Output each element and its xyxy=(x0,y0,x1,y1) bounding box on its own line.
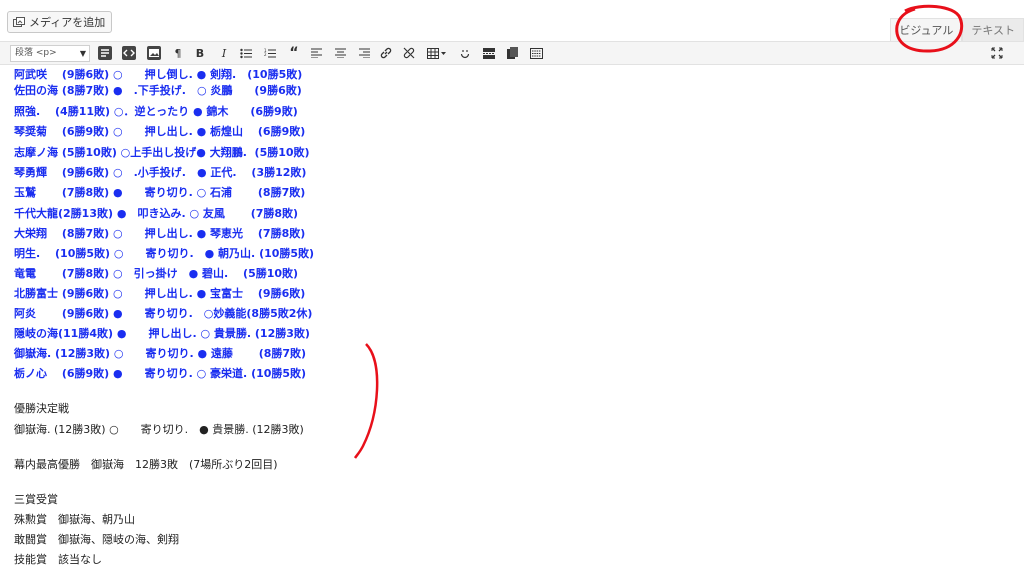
align-right-icon[interactable] xyxy=(356,45,372,61)
fullscreen-icon[interactable] xyxy=(989,45,1005,61)
bout-line: 玉鷲 (7勝8敗) ● 寄り切り. ○ 石浦 (8勝7敗) xyxy=(14,186,306,199)
paragraph-icon[interactable]: ¶ xyxy=(170,45,186,61)
bold-icon[interactable]: B xyxy=(192,45,208,61)
toolbar-toggle-icon[interactable] xyxy=(97,45,113,61)
format-select-value: 段落 <p> xyxy=(15,48,57,58)
bout-line: 隠岐の海(11勝4敗) ● 押し出し. ○ 貴景勝. (12勝3敗) xyxy=(14,327,310,340)
bullet-list-icon[interactable] xyxy=(238,45,254,61)
blockquote-icon[interactable]: “ xyxy=(286,45,302,61)
editor-topbar: メディアを追加 ビジュアル テキスト xyxy=(0,0,1024,41)
add-media-label: メディアを追加 xyxy=(29,16,106,29)
code-icon[interactable] xyxy=(121,45,137,61)
bout-line: 栃ノ心 (6勝9敗) ● 寄り切り. ○ 豪栄道. (10勝5敗) xyxy=(14,367,307,380)
bout-line: 志摩ノ海 (5勝10敗) ○上手出し投げ● 大翔鵬. (5勝10敗) xyxy=(14,146,310,159)
keyboard-icon[interactable] xyxy=(528,45,544,61)
editor-content[interactable]: 阿武咲 (9勝6敗) ○ 押し倒し. ● 剣翔. (10勝5敗) 佐田の海 (8… xyxy=(0,65,1024,588)
award-line: 技能賞 該当なし xyxy=(14,553,102,566)
playoff-line: 御嶽海. (12勝3敗) ○ 寄り切り. ● 貴景勝. (12勝3敗) xyxy=(14,423,304,436)
awards-heading: 三賞受賞 xyxy=(14,493,58,506)
align-left-icon[interactable] xyxy=(308,45,324,61)
svg-text:2: 2 xyxy=(264,52,267,57)
bout-line: 照強. (4勝11敗) ○．逆とったり ● 錦木 (6勝9敗) xyxy=(14,105,298,118)
read-more-icon[interactable] xyxy=(481,45,497,61)
chevron-down-icon: ▼ xyxy=(79,49,86,58)
editor-tabs: ビジュアル テキスト xyxy=(890,18,1024,41)
paste-icon[interactable] xyxy=(504,45,520,61)
format-select[interactable]: 段落 <p> ▼ xyxy=(10,45,90,62)
award-line: 敢闘賞 御嶽海、隠岐の海、剣翔 xyxy=(14,533,179,546)
award-line: 殊勲賞 御嶽海、朝乃山 xyxy=(14,513,135,526)
bout-line: 明生. (10勝5敗) ○ 寄り切り. ● 朝乃山. (10勝5敗) xyxy=(14,247,315,260)
bout-line: 大栄翔 (8勝7敗) ○ 押し出し. ● 琴恵光 (7勝8敗) xyxy=(14,227,306,240)
editor-toolbar: 段落 <p> ▼ ¶ B I 12 “ xyxy=(0,41,1024,65)
tab-visual[interactable]: ビジュアル xyxy=(890,18,963,41)
table-icon[interactable] xyxy=(425,45,449,61)
tab-text[interactable]: テキスト xyxy=(962,18,1024,41)
emoji-icon[interactable] xyxy=(457,45,473,61)
bout-line: 阿武咲 (9勝6敗) ○ 押し倒し. ● 剣翔. (10勝5敗) xyxy=(14,68,303,81)
numbered-list-icon[interactable]: 12 xyxy=(262,45,278,61)
bout-line: 御嶽海. (12勝3敗) ○ 寄り切り. ● 遠藤 (8勝7敗) xyxy=(14,347,307,360)
link-icon[interactable] xyxy=(378,45,394,61)
bout-line: 北勝富士 (9勝6敗) ○ 押し出し. ● 宝富士 (9勝6敗) xyxy=(14,287,306,300)
playoff-heading: 優勝決定戦 xyxy=(14,402,69,415)
unlink-icon[interactable] xyxy=(401,45,417,61)
champion-line: 幕内最高優勝 御嶽海 12勝3敗 (7場所ぶり2回目) xyxy=(14,458,278,471)
bout-line: 琴勇輝 (9勝6敗) ○ .小手投げ. ● 正代. (3勝12敗) xyxy=(14,166,307,179)
bout-line: 阿炎 (9勝6敗) ● 寄り切り. ○妙義能(8勝5敗2休) xyxy=(14,307,313,320)
italic-icon[interactable]: I xyxy=(216,45,232,61)
add-media-button[interactable]: メディアを追加 xyxy=(7,11,113,33)
bout-line: 琴奨菊 (6勝9敗) ○ 押し出し. ● 栃煌山 (6勝9敗) xyxy=(14,125,306,138)
bout-line: 佐田の海 (8勝7敗) ● .下手投げ. ○ 炎鵬 (9勝6敗) xyxy=(14,84,302,97)
media-icon xyxy=(13,16,25,28)
bout-line: 竜電 (7勝8敗) ○ 引っ掛け ● 碧山. (5勝10敗) xyxy=(14,267,299,280)
align-center-icon[interactable] xyxy=(332,45,348,61)
bout-line: 千代大龍(2勝13敗) ● 叩き込み. ○ 友風 (7勝8敗) xyxy=(14,207,299,220)
image-icon[interactable] xyxy=(146,45,162,61)
